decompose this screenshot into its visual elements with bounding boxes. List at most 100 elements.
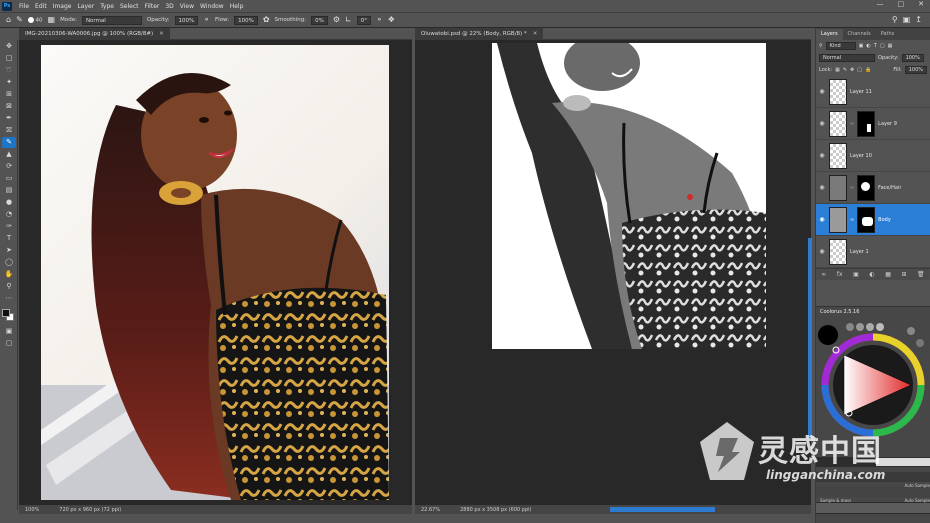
mode-select[interactable]: Normal <box>81 15 142 25</box>
close-icon[interactable]: ✕ <box>918 0 924 8</box>
eye-icon[interactable]: ◉ <box>818 152 826 159</box>
close-tab-icon[interactable]: ✕ <box>159 31 164 37</box>
trash-icon[interactable]: 🗑 <box>917 271 925 278</box>
brush-size-preset[interactable]: 40 <box>27 16 43 23</box>
eraser-tool-icon[interactable]: ▭ <box>2 173 16 184</box>
layers-scrollbar[interactable] <box>808 238 812 438</box>
layer-name[interactable]: Layer 1 <box>850 249 869 255</box>
hand-tool-icon[interactable]: ✋ <box>2 269 16 280</box>
lock-position-icon[interactable]: ✥ <box>850 67 854 73</box>
layer-row[interactable]: ◉ Layer 11 <box>816 76 930 108</box>
filter-pixel-icon[interactable]: ▣ <box>859 43 864 49</box>
pen-tool-icon[interactable]: ✑ <box>2 221 16 232</box>
layer-name[interactable]: Layer 10 <box>850 153 872 159</box>
foreground-color[interactable] <box>2 309 10 317</box>
fill-field[interactable]: 100% <box>904 66 927 74</box>
healing-tool-icon[interactable]: ⛝ <box>2 125 16 136</box>
menu-edit[interactable]: Edit <box>32 3 50 10</box>
filter-type-icon[interactable]: T <box>874 43 877 49</box>
layer-opacity-field[interactable]: 100% <box>901 54 924 62</box>
filter-adjustment-icon[interactable]: ◐ <box>866 43 870 49</box>
layer-mask-thumbnail[interactable] <box>857 174 876 201</box>
doc-tab-left[interactable]: IMG-20210306-WA0006.jpg @ 100% (RGB/8#) ✕ <box>19 27 170 40</box>
home-icon[interactable]: ⌂ <box>6 16 11 24</box>
layer-mask-thumbnail[interactable] <box>857 110 876 137</box>
tab-channels[interactable]: Channels <box>843 29 876 40</box>
layer-mask-thumbnail[interactable] <box>857 206 876 233</box>
layer-row[interactable]: ◉ ∞ Face/Hair <box>816 172 930 204</box>
share-icon[interactable]: ↥ <box>915 16 922 24</box>
screen-mode-icon[interactable]: ▢ <box>2 338 16 349</box>
gradient-tool-icon[interactable]: ▤ <box>2 185 16 196</box>
menu-file[interactable]: File <box>16 3 32 10</box>
kind-select[interactable]: Kind <box>825 42 856 50</box>
fx-icon[interactable]: fx <box>837 271 843 278</box>
menu-view[interactable]: View <box>177 3 197 10</box>
shape-tool-icon[interactable]: ◯ <box>2 257 16 268</box>
eye-icon[interactable]: ◉ <box>818 248 826 255</box>
path-select-tool-icon[interactable]: ➤ <box>2 245 16 256</box>
crop-tool-icon[interactable]: ⊞ <box>2 89 16 100</box>
airbrush-icon[interactable]: ✿ <box>263 16 270 24</box>
zoom-level[interactable]: 100% <box>25 507 39 513</box>
blur-tool-icon[interactable]: ● <box>2 197 16 208</box>
eye-icon[interactable]: ◉ <box>818 184 826 191</box>
zoom-tool-icon[interactable]: ⚲ <box>2 281 16 292</box>
eye-icon[interactable]: ◉ <box>818 88 826 95</box>
opacity-field[interactable]: 100% <box>174 15 199 25</box>
menu-filter[interactable]: Filter <box>142 3 163 10</box>
search-icon[interactable]: ⚲ <box>892 16 898 24</box>
lock-artboard-icon[interactable]: □ <box>857 67 862 73</box>
lock-all-icon[interactable]: 🔒 <box>865 67 871 73</box>
filter-smart-icon[interactable]: ▦ <box>888 43 893 49</box>
layer-name[interactable]: Body <box>878 217 891 223</box>
group-icon[interactable]: ▦ <box>885 271 891 278</box>
close-tab-icon[interactable]: ✕ <box>533 31 538 37</box>
type-tool-icon[interactable]: T <box>2 233 16 244</box>
more-tools-icon[interactable]: ⋯ <box>2 293 16 304</box>
menu-select[interactable]: Select <box>117 3 142 10</box>
history-brush-tool-icon[interactable]: ⟳ <box>2 161 16 172</box>
current-color-swatch[interactable] <box>818 325 838 345</box>
adjustment-icon[interactable]: ◐ <box>869 271 874 278</box>
mask-icon[interactable]: ▣ <box>853 271 859 278</box>
brush-tool-icon[interactable]: ✎ <box>16 16 23 24</box>
layer-name[interactable]: Layer 11 <box>850 89 872 95</box>
minimize-icon[interactable]: — <box>877 0 884 8</box>
smoothing-field[interactable]: 0% <box>311 15 328 25</box>
lasso-tool-icon[interactable]: ➰ <box>2 65 16 76</box>
maximize-icon[interactable]: □ <box>898 0 905 8</box>
pressure-size-icon[interactable]: ⚬ <box>376 16 383 24</box>
eye-icon[interactable]: ◉ <box>818 120 826 127</box>
clone-stamp-tool-icon[interactable]: ▲ <box>2 149 16 160</box>
zoom-level[interactable]: 22.67% <box>421 507 440 513</box>
gear-icon[interactable]: ⚙ <box>333 16 340 24</box>
workspace-icon[interactable]: ▣ <box>903 16 911 24</box>
menu-window[interactable]: Window <box>197 3 227 10</box>
eyedropper-tool-icon[interactable]: ✒ <box>2 113 16 124</box>
menu-help[interactable]: Help <box>227 3 247 10</box>
quick-select-tool-icon[interactable]: ✦ <box>2 77 16 88</box>
photo-canvas[interactable] <box>41 45 389 500</box>
flow-field[interactable]: 100% <box>234 15 258 25</box>
filter-shape-icon[interactable]: □ <box>880 43 885 49</box>
quick-mask-icon[interactable]: ▣ <box>2 326 16 337</box>
new-layer-icon[interactable]: ⊞ <box>901 271 906 278</box>
layer-name[interactable]: Face/Hair <box>878 185 901 191</box>
tab-paths[interactable]: Paths <box>876 29 900 40</box>
layer-row[interactable]: ◉ Layer 1 <box>816 236 930 268</box>
symmetry-icon[interactable]: ❖ <box>388 16 395 24</box>
layer-name[interactable]: Layer 9 <box>878 121 897 127</box>
menu-image[interactable]: Image <box>50 3 75 10</box>
menu-type[interactable]: Type <box>97 3 117 10</box>
eye-icon[interactable]: ◉ <box>818 216 826 223</box>
menu-layer[interactable]: Layer <box>74 3 97 10</box>
blend-mode-select[interactable]: Normal <box>819 54 875 62</box>
marquee-tool-icon[interactable]: □ <box>2 53 16 64</box>
move-tool-icon[interactable]: ✥ <box>2 41 16 52</box>
tab-layers[interactable]: Layers <box>816 29 843 40</box>
lock-pixels-icon[interactable]: ✎ <box>843 67 847 73</box>
pressure-opacity-icon[interactable]: ⚬ <box>203 16 210 24</box>
lock-transparent-icon[interactable]: ▦ <box>835 67 840 73</box>
layer-row[interactable]: ◉ ∞ Layer 9 <box>816 108 930 140</box>
